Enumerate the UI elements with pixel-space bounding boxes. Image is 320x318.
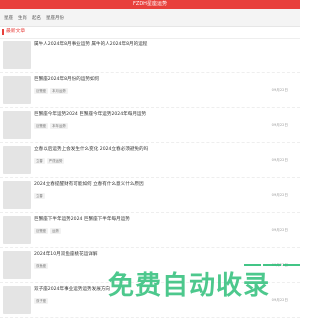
article-item[interactable]: 2024立春提醒财有可能如何 立春有什么意义什么原因 立春 09月22日: [0, 178, 300, 213]
watermark-text: 免费自动收录: [108, 271, 271, 301]
article-thumbnail[interactable]: [3, 76, 31, 104]
tag[interactable]: 立春: [34, 193, 45, 199]
article-date: 09月22日: [271, 123, 288, 127]
article-date: 09月22日: [271, 193, 288, 197]
site-title: FZDH星座运势: [133, 1, 167, 7]
speed-line: [244, 264, 262, 266]
article-thumbnail[interactable]: [3, 181, 31, 209]
top-header-bar: FZDH星座运势: [0, 0, 300, 9]
article-tags: 巨蟹座 本月运势: [34, 88, 68, 94]
article-item[interactable]: 巨蟹座2024年8月份的运势如何 巨蟹座 本月运势 09月22日: [0, 73, 300, 108]
nav-item-naming[interactable]: 起名: [32, 15, 41, 21]
article-tags: 立春 严谨运势: [34, 158, 65, 164]
tag[interactable]: 运势: [50, 228, 61, 234]
tag[interactable]: 严谨运势: [46, 158, 65, 164]
section-accent-bar: [2, 29, 4, 35]
article-date: 09月22日: [271, 158, 288, 162]
speed-line: [263, 264, 281, 266]
tag[interactable]: 双鱼座: [34, 263, 49, 269]
article-item[interactable]: 属牛人2024年8月事业运势 属牛的人2024年8月的运程: [0, 38, 300, 73]
article-tags: 双鱼座: [34, 263, 49, 269]
tag[interactable]: 巨蟹座: [34, 88, 49, 94]
article-tags: 双子座: [34, 298, 49, 304]
article-item[interactable]: 巨蟹座今年运势2024 巨蟹座今年运势2024年每月运势 巨蟹座 本年运势 09…: [0, 108, 300, 143]
article-title[interactable]: 巨蟹座今年运势2024 巨蟹座今年运势2024年每月运势: [34, 112, 146, 118]
article-thumbnail[interactable]: [3, 146, 31, 174]
article-tags: 巨蟹座 运势: [34, 228, 61, 234]
tag[interactable]: 本年运势: [50, 123, 68, 129]
article-item[interactable]: 巨蟹座下半年运势2024 巨蟹座下半年每月运势 巨蟹座 运势 09月22日: [0, 213, 300, 248]
article-title[interactable]: 属牛人2024年8月事业运势 属牛的人2024年8月的运程: [34, 42, 147, 48]
article-title[interactable]: 2024立春提醒财有可能如何 立春有什么意义什么原因: [34, 182, 144, 188]
article-thumbnail[interactable]: [3, 216, 31, 244]
nav-item-zodiac[interactable]: 生肖: [18, 15, 27, 21]
watermark-overlay: 免费自动收录: [108, 262, 300, 300]
article-thumbnail[interactable]: [3, 111, 31, 139]
article-date: 09月22日: [271, 88, 288, 92]
article-title[interactable]: 双子座2024年事业运势运势发展方向: [34, 287, 110, 293]
watermark-speed-lines: [244, 264, 300, 272]
tag[interactable]: 双子座: [34, 298, 49, 304]
top-nav: 星座 生肖 起名 星座月份: [0, 9, 300, 27]
nav-item-constellation[interactable]: 星座: [4, 15, 13, 21]
tag[interactable]: 本月运势: [50, 88, 68, 94]
article-title[interactable]: 巨蟹座下半年运势2024 巨蟹座下半年每月运势: [34, 217, 130, 223]
section-title: 最新文章: [6, 29, 26, 34]
speed-line: [282, 264, 300, 266]
article-thumbnail[interactable]: [3, 41, 31, 69]
article-item[interactable]: 立春以后运势上会发生什么变化 2024立春必须避免的吗 立春 严谨运势 09月2…: [0, 143, 300, 178]
tag[interactable]: 巨蟹座: [34, 228, 49, 234]
article-title[interactable]: 立春以后运势上会发生什么变化 2024立春必须避免的吗: [34, 147, 148, 153]
article-tags: 巨蟹座 本年运势: [34, 123, 68, 129]
article-thumbnail[interactable]: [3, 251, 31, 279]
article-title[interactable]: 2024年10月双鱼座桃花运详解: [34, 252, 97, 258]
article-thumbnail[interactable]: [3, 286, 31, 314]
tag[interactable]: 巨蟹座: [34, 123, 49, 129]
article-date: 09月22日: [271, 228, 288, 232]
tag[interactable]: 立春: [34, 158, 45, 164]
nav-item-month[interactable]: 星座月份: [46, 15, 64, 21]
article-tags: 立春: [34, 193, 45, 199]
article-title[interactable]: 巨蟹座2024年8月份的运势如何: [34, 77, 99, 83]
